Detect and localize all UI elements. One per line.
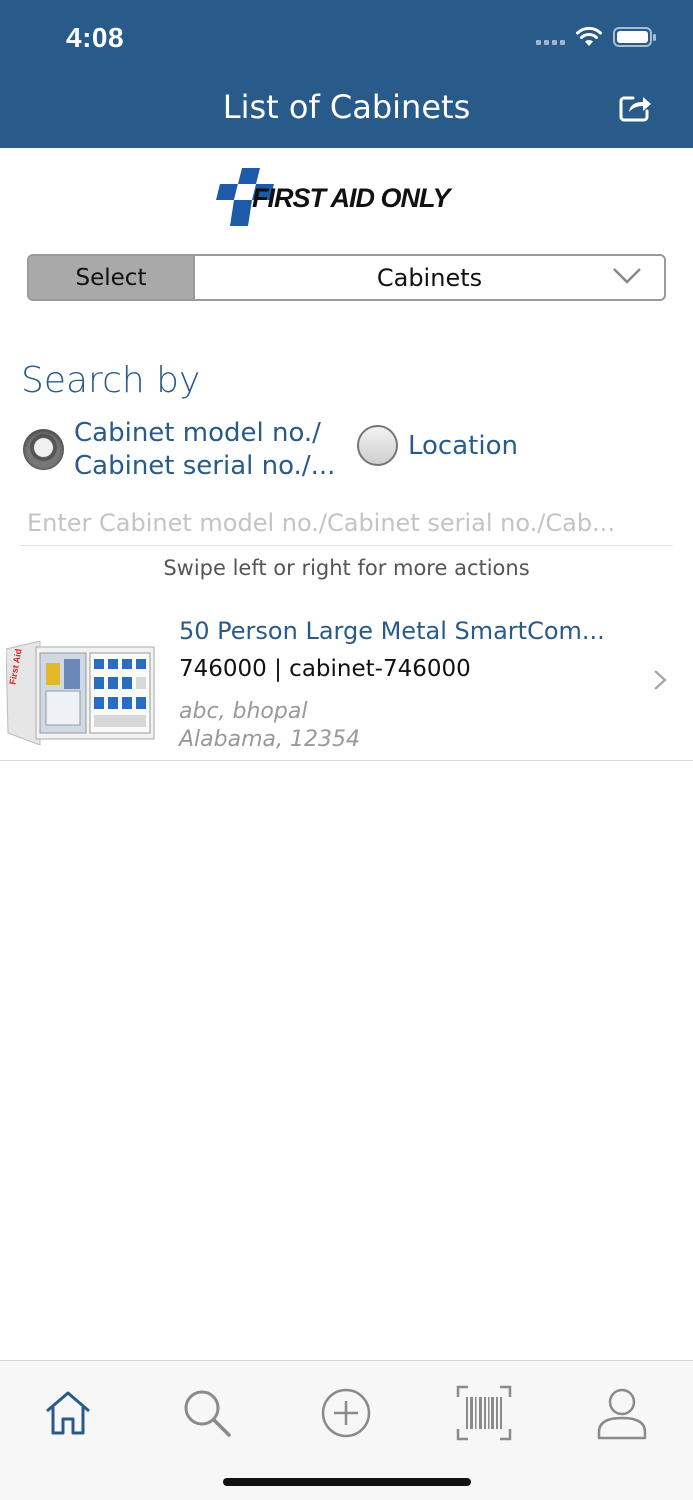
tab-home[interactable] <box>40 1385 96 1441</box>
tab-search[interactable] <box>179 1385 235 1441</box>
signal-icon <box>536 39 565 45</box>
profile-icon <box>597 1388 647 1440</box>
wifi-icon <box>576 26 602 46</box>
chevron-down-icon <box>613 268 641 284</box>
selector-dropdown[interactable]: Cabinets <box>195 256 664 299</box>
home-indicator <box>223 1478 471 1486</box>
item-title: 50 Person Large Metal SmartCom... <box>179 617 605 645</box>
search-icon <box>184 1390 231 1437</box>
search-input[interactable] <box>20 500 673 546</box>
battery-icon <box>613 27 656 47</box>
brand-logo: FIRST AID ONLY <box>212 168 482 228</box>
chevron-right-icon <box>654 670 667 690</box>
nav-header: 4:08 List of Cabinets <box>0 0 693 148</box>
selector-value: Cabinets <box>376 263 483 292</box>
tab-profile[interactable] <box>594 1385 650 1441</box>
logo-text: FIRST AID ONLY <box>252 183 450 213</box>
cabinet-thumbnail: First Aid <box>6 641 155 745</box>
select-label: Select <box>29 256 195 299</box>
radio-model-serial-label[interactable]: Cabinet model no./ Cabinet serial no./..… <box>74 417 335 483</box>
home-icon <box>46 1391 90 1435</box>
list-item[interactable]: First Aid 50 Person Large Metal SmartCom… <box>0 605 693 761</box>
status-icons <box>536 26 657 48</box>
share-icon[interactable] <box>619 92 653 122</box>
cabinet-selector[interactable]: Select Cabinets <box>27 254 666 301</box>
item-subtitle: 746000 | cabinet-746000 <box>179 656 471 682</box>
page-title: List of Cabinets <box>222 88 471 126</box>
search-heading: Search by <box>21 360 201 401</box>
barcode-scan-icon <box>456 1385 512 1441</box>
swipe-hint: Swipe left or right for more actions <box>163 556 530 580</box>
radio-label-line1: Cabinet model no./ <box>74 418 321 448</box>
tab-add[interactable] <box>318 1385 374 1441</box>
radio-location-label[interactable]: Location <box>408 430 518 463</box>
radio-label-line2: Cabinet serial no./... <box>74 451 336 481</box>
item-location-line1: abc, bhopal <box>179 699 308 724</box>
status-time: 4:08 <box>66 22 125 53</box>
item-location-line2: Alabama, 12354 <box>179 727 360 752</box>
radio-model-serial[interactable] <box>23 429 64 470</box>
radio-location[interactable] <box>357 425 398 466</box>
tab-scan[interactable] <box>456 1385 512 1441</box>
add-circle-icon <box>321 1388 371 1438</box>
